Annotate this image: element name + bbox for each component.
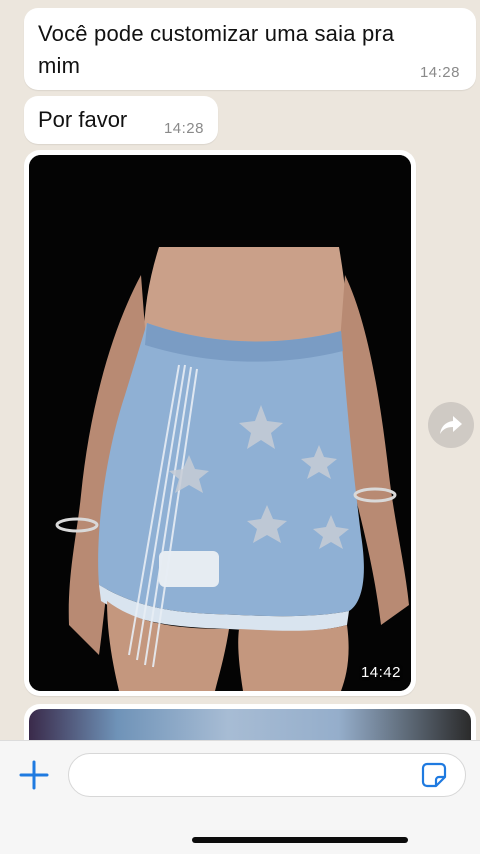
image-message[interactable]	[24, 704, 476, 740]
message-timestamp: 14:28	[163, 120, 204, 137]
message-text: Por favor	[38, 107, 128, 132]
media-timestamp: 14:42	[360, 664, 401, 681]
message-input[interactable]	[68, 753, 466, 797]
chat-area[interactable]: Você pode customizar uma saia pra mim 14…	[0, 0, 480, 740]
sticker-button[interactable]	[420, 761, 448, 789]
message-text: Você pode customizar uma saia pra mim	[38, 21, 395, 78]
shared-photo[interactable]: 14:42	[29, 155, 411, 691]
message-timestamp: 14:28	[419, 64, 460, 81]
shared-photo[interactable]	[29, 709, 471, 740]
message-composer	[0, 740, 480, 854]
incoming-message[interactable]: Você pode customizar uma saia pra mim 14…	[24, 8, 476, 90]
plus-icon	[19, 760, 49, 790]
forward-arrow-icon	[440, 416, 462, 434]
incoming-message[interactable]: Por favor 14:28	[24, 96, 218, 144]
image-message[interactable]: 14:42	[24, 150, 416, 696]
attach-button[interactable]	[16, 757, 52, 793]
forward-button[interactable]	[428, 402, 474, 448]
sticker-icon	[421, 762, 447, 788]
home-indicator[interactable]	[192, 837, 408, 843]
denim-shorts-photo	[29, 155, 411, 691]
